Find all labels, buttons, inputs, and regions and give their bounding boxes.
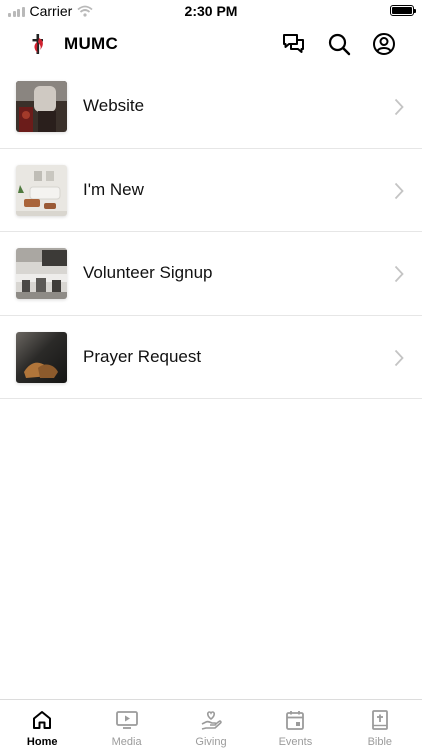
tab-label: Giving bbox=[195, 736, 227, 748]
home-icon bbox=[33, 711, 52, 729]
status-bar: Carrier 2:30 PM bbox=[0, 0, 422, 22]
list-item-prayer-request[interactable]: Prayer Request bbox=[0, 316, 422, 399]
tab-giving[interactable]: Giving bbox=[169, 700, 253, 750]
chevron-right-icon bbox=[394, 182, 404, 199]
app-header: MUMC bbox=[0, 22, 422, 66]
list-item-label: Prayer Request bbox=[83, 346, 202, 366]
list-item-volunteer-signup[interactable]: Volunteer Signup bbox=[0, 232, 422, 316]
profile-button[interactable] bbox=[371, 31, 397, 57]
tab-label: Home bbox=[26, 736, 58, 748]
chat-icon bbox=[283, 34, 304, 53]
cross-flame-logo bbox=[32, 34, 43, 54]
prayer-hands-photo bbox=[16, 331, 67, 383]
list-item-label: Website bbox=[83, 96, 145, 115]
chevron-right-icon bbox=[394, 349, 404, 366]
coffee-bar-photo bbox=[16, 248, 67, 299]
chat-button[interactable] bbox=[281, 31, 307, 57]
tab-home[interactable]: Home bbox=[0, 700, 84, 750]
menu-list: Website I'm New Volunteer Signup Prayer … bbox=[0, 65, 422, 399]
living-room-photo bbox=[16, 164, 67, 216]
list-item-im-new[interactable]: I'm New bbox=[0, 149, 422, 232]
bible-icon bbox=[371, 710, 388, 730]
tab-label: Media bbox=[111, 736, 142, 748]
media-icon bbox=[115, 711, 138, 729]
website-photo bbox=[16, 81, 67, 132]
search-button[interactable] bbox=[326, 31, 352, 57]
tab-media[interactable]: Media bbox=[84, 700, 168, 750]
tab-bible[interactable]: Bible bbox=[338, 700, 422, 750]
tab-label: Events bbox=[278, 736, 313, 748]
chevron-right-icon bbox=[394, 98, 404, 116]
list-item-label: I'm New bbox=[83, 179, 144, 199]
status-time: 2:30 PM bbox=[184, 3, 238, 19]
profile-icon bbox=[373, 33, 395, 55]
tab-bar: Home Media Giving Events Bible bbox=[0, 699, 422, 750]
tab-label: Bible bbox=[367, 736, 393, 748]
giving-icon bbox=[201, 711, 222, 730]
search-icon bbox=[328, 33, 351, 56]
events-icon bbox=[286, 711, 305, 730]
tab-events[interactable]: Events bbox=[253, 700, 337, 750]
app-title: MUMC bbox=[64, 34, 119, 53]
list-item-website[interactable]: Website bbox=[0, 65, 422, 149]
list-item-label: Volunteer Signup bbox=[83, 263, 213, 282]
chevron-right-icon bbox=[394, 265, 404, 283]
battery-icon bbox=[390, 5, 416, 16]
